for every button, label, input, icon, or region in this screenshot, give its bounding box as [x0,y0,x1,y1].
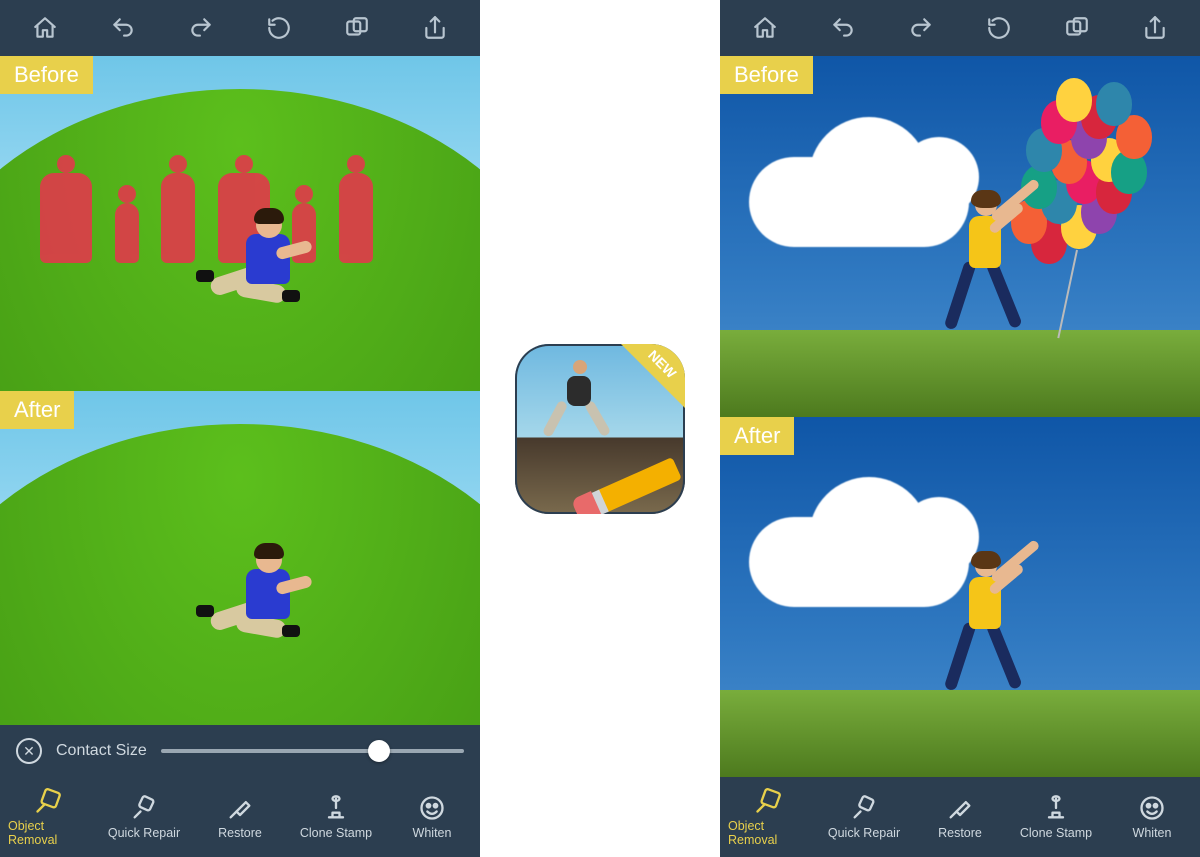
home-icon[interactable] [746,9,784,47]
tool-label: Quick Repair [108,826,180,840]
bottom-toolrow: Object Removal Quick Repair Restore Clon… [720,777,1200,857]
jumper-figure [545,366,615,446]
boy-subject [216,210,326,330]
screenshot-stage: Before After [0,0,1200,857]
image-canvas: Before After [720,56,1200,777]
tool-whiten[interactable]: Whiten [392,794,472,840]
tool-label: Restore [218,826,262,840]
eraser-pencil-icon [572,457,682,514]
tool-whiten[interactable]: Whiten [1112,794,1192,840]
refresh-icon[interactable] [260,9,298,47]
share-icon[interactable] [1136,9,1174,47]
woman-subject [941,537,1031,727]
app-icon: NEW [515,344,685,514]
phone-right: Before After [720,0,1200,857]
phone-left: Before After [0,0,480,857]
close-slider-button[interactable]: ✕ [16,738,42,764]
top-toolbar [720,0,1200,56]
balloon [1056,78,1092,122]
cloud [749,517,969,607]
undo-icon[interactable] [824,9,862,47]
bottom-toolrow: Object Removal Quick Repair Restore Clon… [0,777,480,857]
before-badge: Before [720,56,813,94]
undo-icon[interactable] [104,9,142,47]
tool-quick-repair[interactable]: Quick Repair [104,794,184,840]
tool-label: Object Removal [728,819,808,847]
tool-quick-repair[interactable]: Quick Repair [824,794,904,840]
after-badge: After [0,391,74,429]
before-panel: Before [0,56,480,391]
redo-icon[interactable] [182,9,220,47]
tool-object-removal[interactable]: Object Removal [8,787,88,847]
redo-icon[interactable] [902,9,940,47]
woman-subject [941,176,1031,366]
tool-restore[interactable]: Restore [200,794,280,840]
slider-label: Contact Size [56,742,147,760]
before-badge: Before [0,56,93,94]
compare-icon[interactable] [1058,9,1096,47]
tool-label: Clone Stamp [300,826,372,840]
tool-label: Object Removal [8,819,88,847]
before-panel: Before [720,56,1200,417]
tool-clone-stamp[interactable]: Clone Stamp [1016,794,1096,840]
compare-icon[interactable] [338,9,376,47]
tool-label: Whiten [413,826,452,840]
balloon [1096,82,1132,126]
tool-label: Whiten [1133,826,1172,840]
brush-size-bar: ✕ Contact Size [0,725,480,777]
slider-thumb[interactable] [368,740,390,762]
tool-restore[interactable]: Restore [920,794,1000,840]
after-panel: After [720,417,1200,778]
marked-silhouettes [29,96,384,263]
home-icon[interactable] [26,9,64,47]
boy-subject [216,545,326,665]
tool-object-removal[interactable]: Object Removal [728,787,808,847]
refresh-icon[interactable] [980,9,1018,47]
tool-label: Restore [938,826,982,840]
after-panel: After [0,391,480,726]
tool-label: Clone Stamp [1020,826,1092,840]
size-slider[interactable] [161,749,464,753]
top-toolbar [0,0,480,56]
tool-clone-stamp[interactable]: Clone Stamp [296,794,376,840]
tool-label: Quick Repair [828,826,900,840]
image-canvas: Before After [0,56,480,725]
after-badge: After [720,417,794,455]
share-icon[interactable] [416,9,454,47]
cloud [749,157,969,247]
